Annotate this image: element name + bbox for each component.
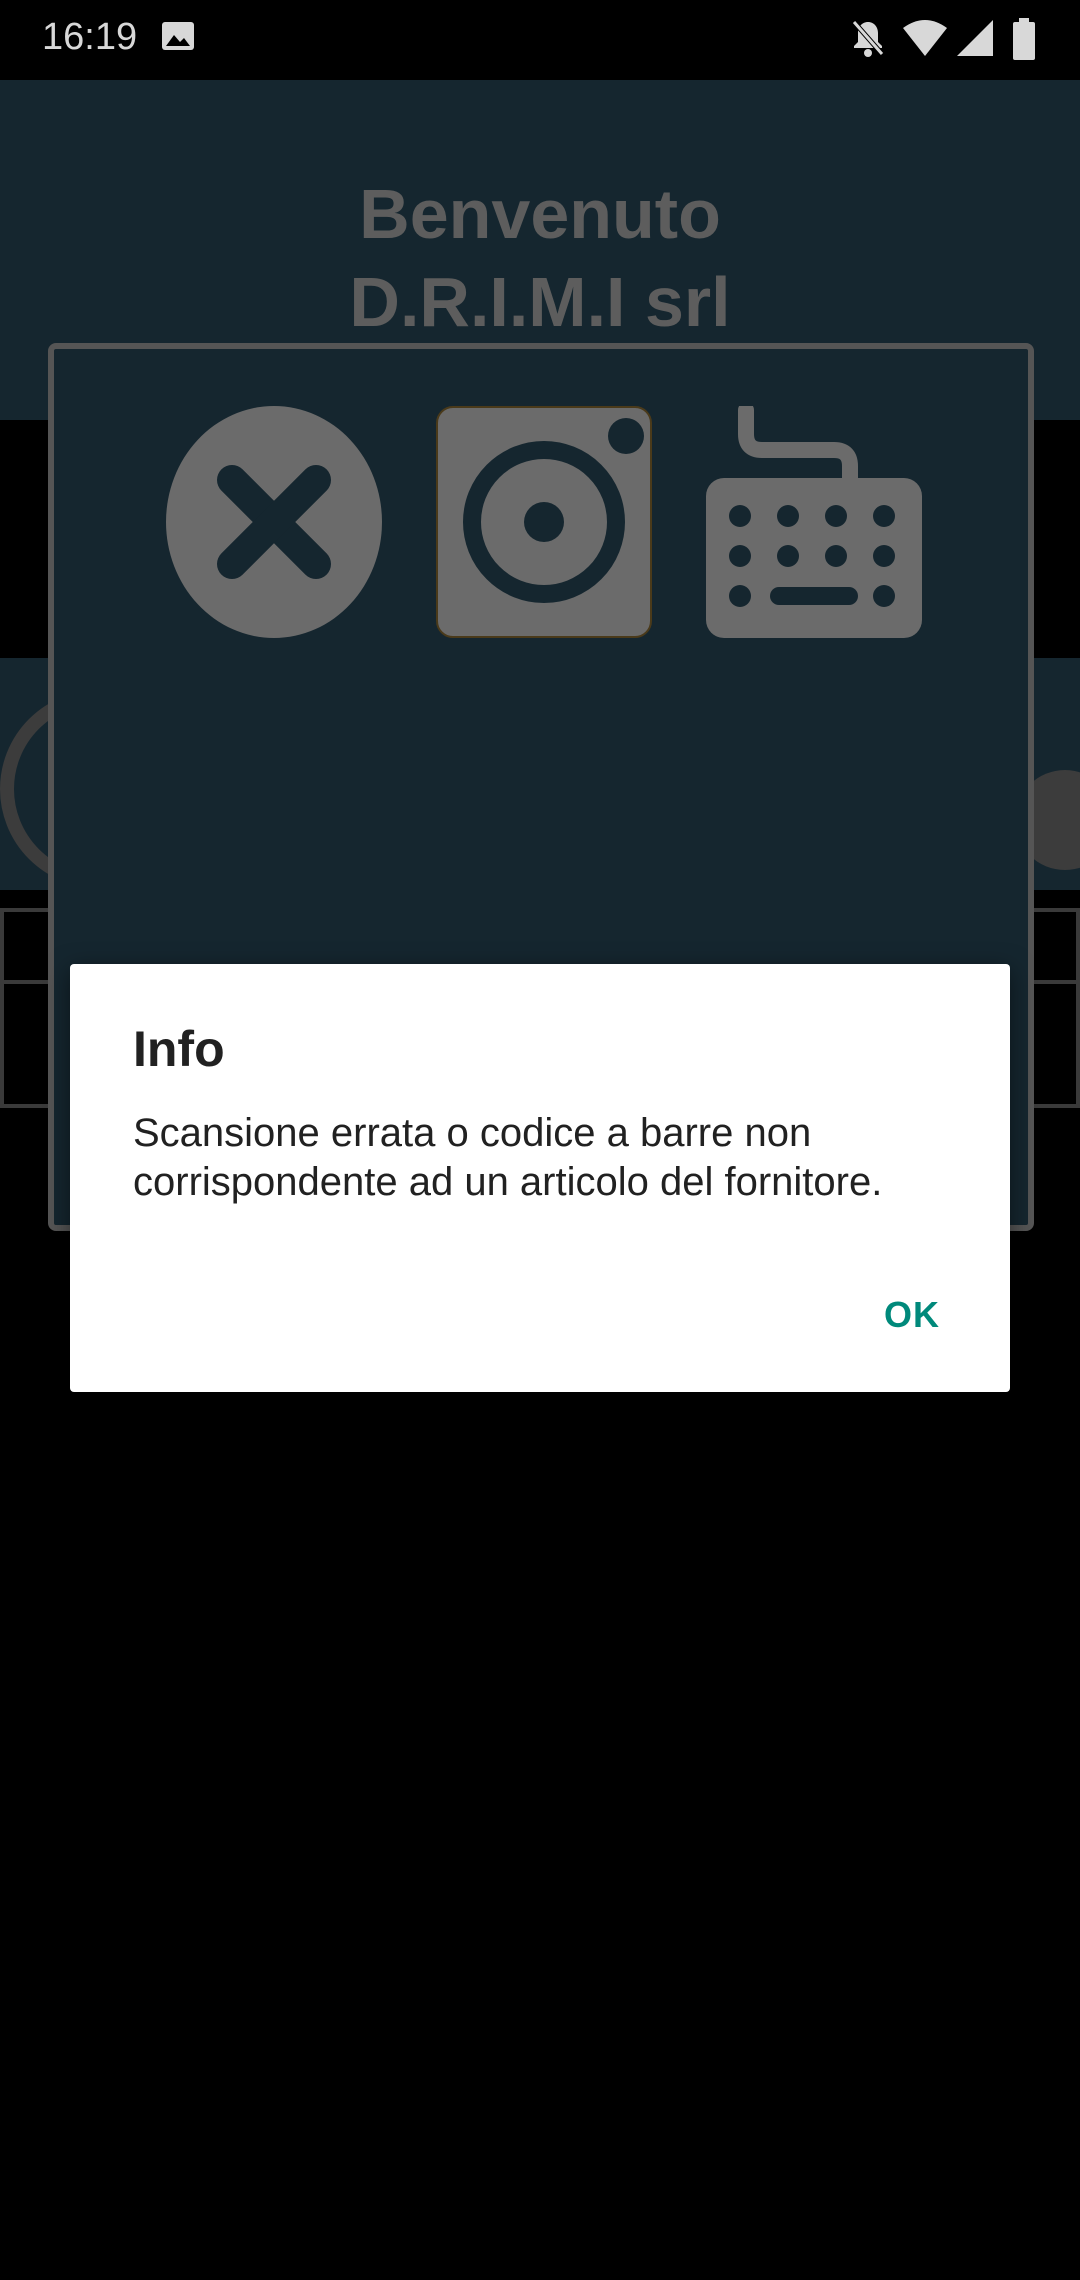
ok-button[interactable]: OK <box>874 1286 950 1344</box>
dialog-title: Info <box>133 1021 225 1077</box>
dialog-message: Scansione errata o codice a barre non co… <box>133 1111 883 1204</box>
info-dialog: Info Scansione errata o codice a barre n… <box>70 964 1010 1392</box>
